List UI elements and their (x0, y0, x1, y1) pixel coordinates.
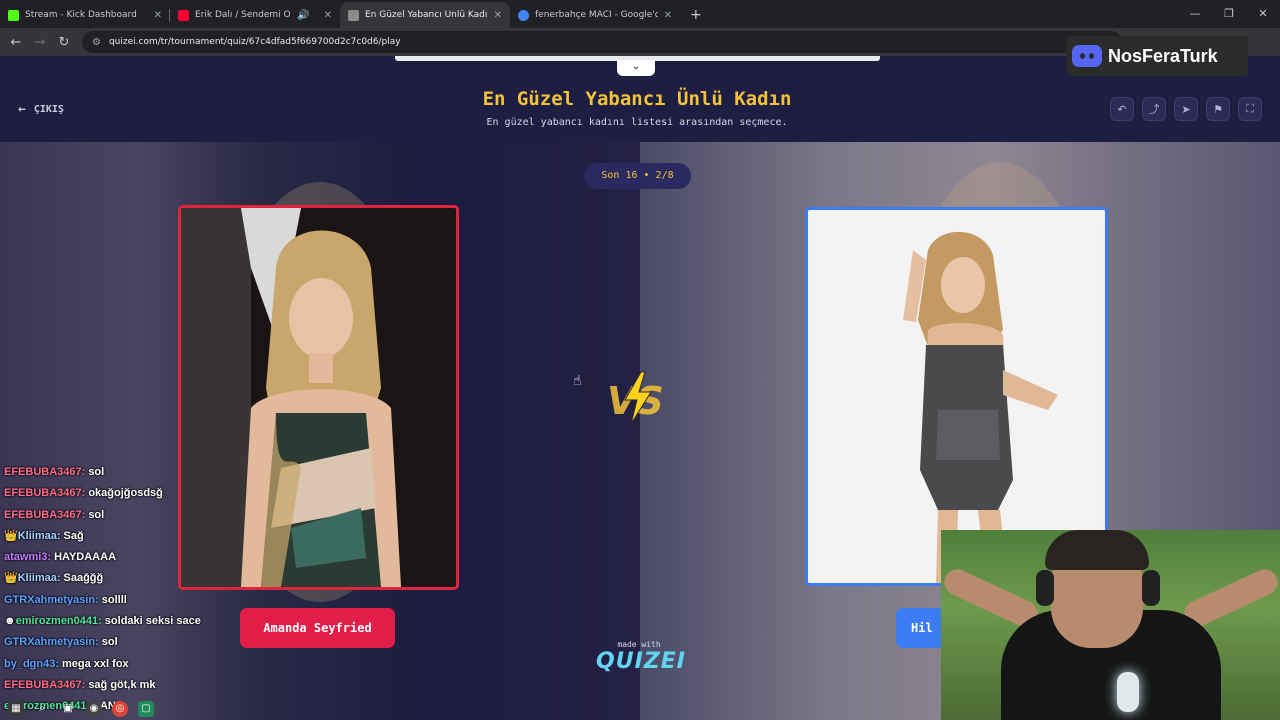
versus-icon: VS (607, 371, 664, 425)
chat-message: 👑Kliimaa: Saağğğ (4, 570, 264, 591)
speaker-icon[interactable]: 🔊 (297, 10, 309, 21)
tab-title: Stream - Kick Dashboard (25, 10, 137, 20)
tab-title: En Güzel Yabancı Ünlü Kadın (365, 10, 488, 20)
page-title: En Güzel Yabancı Ünlü Kadın (482, 88, 792, 110)
crown-icon: 👑 (4, 529, 18, 542)
chat-text: Saağğğ (63, 572, 104, 585)
url-text: quizei.com/tr/tournament/quiz/67c4dfad5f… (108, 37, 401, 47)
chat-message: EFEBUBA3467: sol (4, 507, 264, 528)
obs-icon[interactable]: ◉ (86, 700, 102, 717)
made-with-label: made with (617, 640, 661, 649)
search-icon[interactable]: ⌕ (34, 701, 50, 717)
screen: Stream - Kick Dashboard ✕ Erik Dalı / Se… (0, 0, 1280, 720)
minimize-icon[interactable]: — (1178, 0, 1212, 28)
flag-icon[interactable]: ⚑ (1206, 97, 1230, 121)
headset-icon (1036, 570, 1054, 606)
chat-text: sollll (101, 593, 127, 606)
chat-text: mega xxl fox (62, 657, 129, 670)
made-with-badge[interactable]: made with QUIZEI (596, 640, 686, 674)
forward-icon[interactable]: → (28, 35, 52, 50)
kick-app-icon[interactable]: ▢ (138, 700, 154, 717)
chat-text: HAYDAAAA (54, 551, 117, 564)
chat-text: sol (88, 466, 105, 478)
chat-text: sağ göt,k mk (88, 678, 156, 691)
chat-text: okağojğosdsğ (88, 487, 163, 500)
mouse-cursor-icon: ☝ (573, 373, 582, 389)
chat-username: by_dgn43: (4, 657, 60, 670)
close-tab-icon[interactable]: ✕ (494, 10, 502, 21)
kick-favicon-icon (8, 9, 19, 21)
taskbar: ▦ ⌕ ▣ ◉ ◎ ▢ (0, 697, 200, 720)
chat-username: emirozmen0441: (15, 615, 102, 628)
chat-message: by_dgn43: mega xxl fox (4, 656, 264, 677)
google-favicon-icon (518, 9, 529, 21)
close-tab-icon[interactable]: ✕ (154, 10, 162, 21)
back-icon[interactable]: ← (4, 35, 28, 50)
close-tab-icon[interactable]: ✕ (324, 10, 332, 21)
webcam-overlay (941, 530, 1280, 720)
share-icon[interactable]: ⤴ (1142, 97, 1166, 121)
quizei-favicon-icon (348, 9, 359, 21)
chat-username: Kliimaa: (17, 572, 61, 585)
chat-text: soldaki seksi sace (104, 615, 201, 628)
chevron-down-icon[interactable]: ⌄ (617, 60, 655, 76)
chat-message: EFEBUBA3467: sol (4, 464, 264, 485)
close-tab-icon[interactable]: ✕ (664, 10, 672, 21)
chat-message: 👑Kliimaa: Sağ (4, 528, 264, 549)
chat-message: EFEBUBA3467: sağ göt,k mk (4, 677, 264, 698)
youtube-favicon-icon (178, 9, 189, 21)
tab-kick-dashboard[interactable]: Stream - Kick Dashboard ✕ (0, 2, 170, 28)
address-bar[interactable]: ⚙ quizei.com/tr/tournament/quiz/67c4dfad… (82, 31, 1122, 53)
chat-username: atawmi3: (4, 551, 52, 564)
chat-text: Sağ (63, 529, 84, 542)
chat-message: EFEBUBA3467: okağojğosdsğ (4, 485, 264, 506)
chat-username: GTRXahmetyasin: (4, 636, 99, 649)
discord-icon (1072, 45, 1102, 67)
chrome-icon[interactable]: ◎ (112, 700, 128, 717)
right-choice-photo (808, 210, 1105, 583)
chat-username: EFEBUBA3467: (4, 466, 86, 478)
tab-quizei[interactable]: En Güzel Yabancı Ünlü Kadın ✕ (340, 2, 510, 28)
reload-icon[interactable]: ↻ (52, 35, 76, 50)
site-info-icon[interactable]: ⚙ (92, 37, 101, 48)
chat-message: GTRXahmetyasin: sol (4, 634, 264, 655)
avatar-icon: ☻ (4, 615, 16, 628)
crown-icon: 👑 (4, 572, 18, 585)
send-icon[interactable]: ➤ (1174, 97, 1198, 121)
quiz-actions: ↶ ⤴ ➤ ⚑ ⛶ (1110, 97, 1262, 121)
fullscreen-icon[interactable]: ⛶ (1238, 97, 1262, 121)
tab-title: Erik Dalı / Sendemi Oldun A (195, 10, 291, 20)
task-view-icon[interactable]: ▣ (60, 701, 76, 717)
chat-text: sol (88, 508, 105, 521)
tab-google[interactable]: fenerbahçe MACI - Google'da A ✕ (510, 2, 680, 28)
page-description: En güzel yabancı kadını listesi arasında… (486, 117, 788, 128)
round-badge: Son 16 • 2/8 (584, 163, 691, 189)
chat-message: GTRXahmetyasin: sollll (4, 592, 264, 613)
close-window-icon[interactable]: ✕ (1246, 0, 1280, 28)
tab-title: fenerbahçe MACI - Google'da A (535, 10, 658, 20)
chat-username: EFEBUBA3467: (4, 678, 86, 691)
new-tab-button[interactable]: + (680, 2, 712, 28)
quizei-logo: QUIZEI (596, 649, 686, 674)
undo-icon[interactable]: ↶ (1110, 97, 1134, 121)
discord-overlay: NosFeraTurk (1066, 36, 1248, 76)
chat-overlay: EFEBUBA3467: sol EFEBUBA3467: okağojğosdsğ… (4, 464, 264, 720)
windows-start-icon[interactable]: ▦ (8, 700, 24, 717)
microphone-icon (1117, 672, 1139, 712)
chat-message: ☻emirozmen0441: soldaki seksi sace (4, 613, 264, 634)
chat-username: EFEBUBA3467: (4, 508, 86, 521)
restore-icon[interactable]: ❐ (1212, 0, 1246, 28)
tab-youtube[interactable]: Erik Dalı / Sendemi Oldun A 🔊 ✕ (170, 2, 340, 28)
window-controls: — ❐ ✕ (1178, 0, 1280, 28)
chat-username: GTRXahmetyasin: (4, 593, 99, 606)
discord-username: NosFeraTurk (1108, 45, 1218, 66)
chat-username: Kliimaa: (17, 529, 61, 542)
browser-tab-bar: Stream - Kick Dashboard ✕ Erik Dalı / Se… (0, 0, 1280, 28)
chat-message: atawmi3: HAYDAAAA (4, 549, 264, 570)
chat-text: sol (101, 636, 118, 649)
chat-username: EFEBUBA3467: (4, 487, 86, 500)
